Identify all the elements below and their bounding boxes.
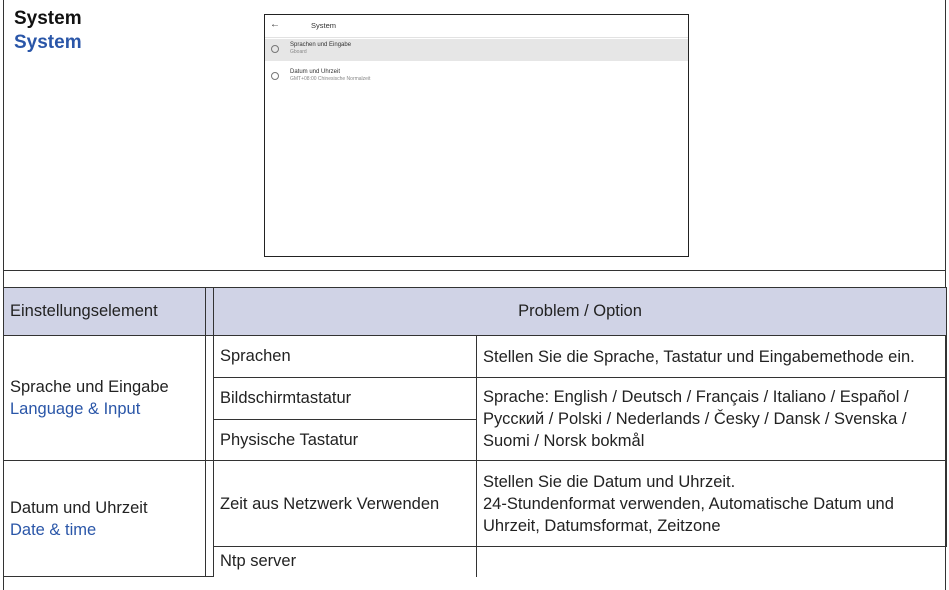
group-name-en: Language & Input xyxy=(10,400,141,418)
menu-item-language-input[interactable]: Sprachen und Eingabe Gboard xyxy=(265,39,688,61)
desc-date-time: Stellen Sie die Datum und Uhrzeit. 24-St… xyxy=(476,460,947,547)
item-physische-tastatur: Physische Tastatur xyxy=(213,419,477,461)
table-row: Sprache und Eingabe Language & Input Spr… xyxy=(3,335,947,461)
section-title: System xyxy=(14,8,82,29)
settings-table: Einstellungselement Problem / Option Spr… xyxy=(3,287,947,577)
settings-screenshot: ← System Sprachen und Eingabe Gboard Dat… xyxy=(264,14,689,257)
section-subtitle: System xyxy=(14,32,82,53)
menu-item-subtitle: GMT+08:00 Chinesische Normalzeit xyxy=(290,76,371,82)
menu-item-title: Datum und Uhrzeit xyxy=(290,69,341,75)
item-bildschirmtastatur: Bildschirmtastatur xyxy=(213,377,477,420)
group-name: Datum und Uhrzeit xyxy=(10,498,148,517)
desc-language-list: Sprache: English / Deutsch / Français / … xyxy=(476,377,947,461)
item-ntp-server: Ntp server xyxy=(213,546,477,577)
empty-cell xyxy=(476,546,947,577)
globe-icon xyxy=(271,45,279,53)
clock-icon xyxy=(271,72,279,80)
group-date-time: Datum und Uhrzeit Date & time xyxy=(3,460,206,577)
menu-item-subtitle: Gboard xyxy=(290,49,307,55)
desc-date-time-line2: 24-Stundenformat verwenden, Automatische… xyxy=(483,494,894,535)
group-name-en: Date & time xyxy=(10,520,97,539)
header-setting-element: Einstellungselement xyxy=(3,287,206,336)
column-divider xyxy=(205,335,214,461)
screenshot-header: ← System xyxy=(265,15,688,38)
menu-item-date-time[interactable]: Datum und Uhrzeit GMT+08:00 Chinesische … xyxy=(265,66,688,88)
header-problem-option: Problem / Option xyxy=(213,287,947,336)
screenshot-title: System xyxy=(311,21,337,30)
column-divider xyxy=(205,287,214,336)
column-divider xyxy=(205,460,214,577)
table-row: Datum und Uhrzeit Date & time Zeit aus N… xyxy=(3,460,947,577)
item-sprachen: Sprachen xyxy=(213,335,477,378)
table-header-row: Einstellungselement Problem / Option xyxy=(3,287,947,336)
arrow-left-icon[interactable]: ← xyxy=(270,19,280,30)
item-zeit-aus-netzwerk: Zeit aus Netzwerk Verwenden xyxy=(213,460,477,547)
section-divider xyxy=(3,270,946,271)
desc-date-time-line1: Stellen Sie die Datum und Uhrzeit. xyxy=(483,472,736,491)
group-language-input: Sprache und Eingabe Language & Input xyxy=(3,335,206,461)
group-name: Sprache und Eingabe xyxy=(10,378,169,396)
menu-item-title: Sprachen und Eingabe xyxy=(290,42,352,48)
desc-language: Stellen Sie die Sprache, Tastatur und Ei… xyxy=(476,335,947,378)
